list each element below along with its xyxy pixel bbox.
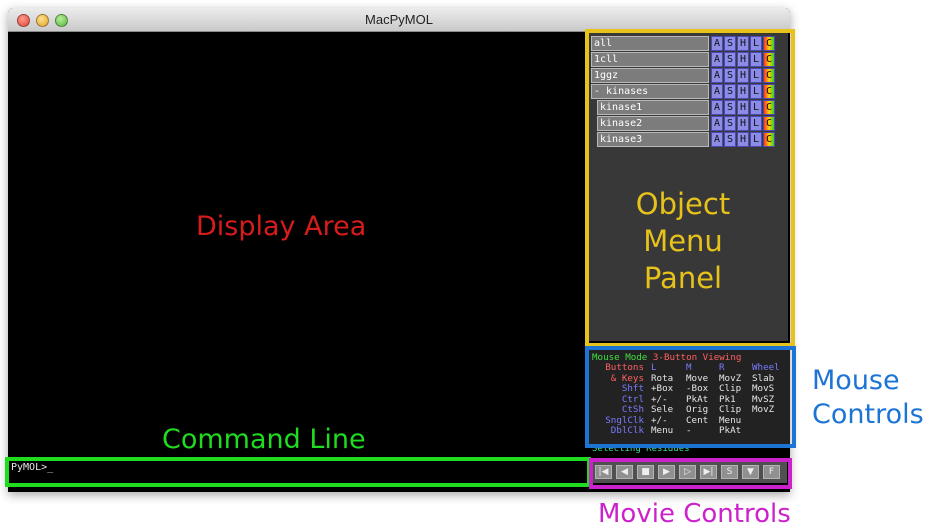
movie-controls-label: Movie Controls (598, 499, 791, 529)
mouse-controls-label: Mouse Controls (812, 365, 924, 430)
display-area-label: Display Area (196, 211, 367, 242)
object-menu-panel-label: Object Menu Panel (635, 187, 731, 295)
mouse-controls-outline (585, 346, 796, 448)
movie-controls-outline (589, 458, 792, 489)
command-line-label: Command Line (162, 424, 366, 455)
window-title: MacPyMOL (365, 12, 433, 27)
display-area[interactable] (8, 32, 584, 456)
command-line-outline (5, 457, 591, 487)
